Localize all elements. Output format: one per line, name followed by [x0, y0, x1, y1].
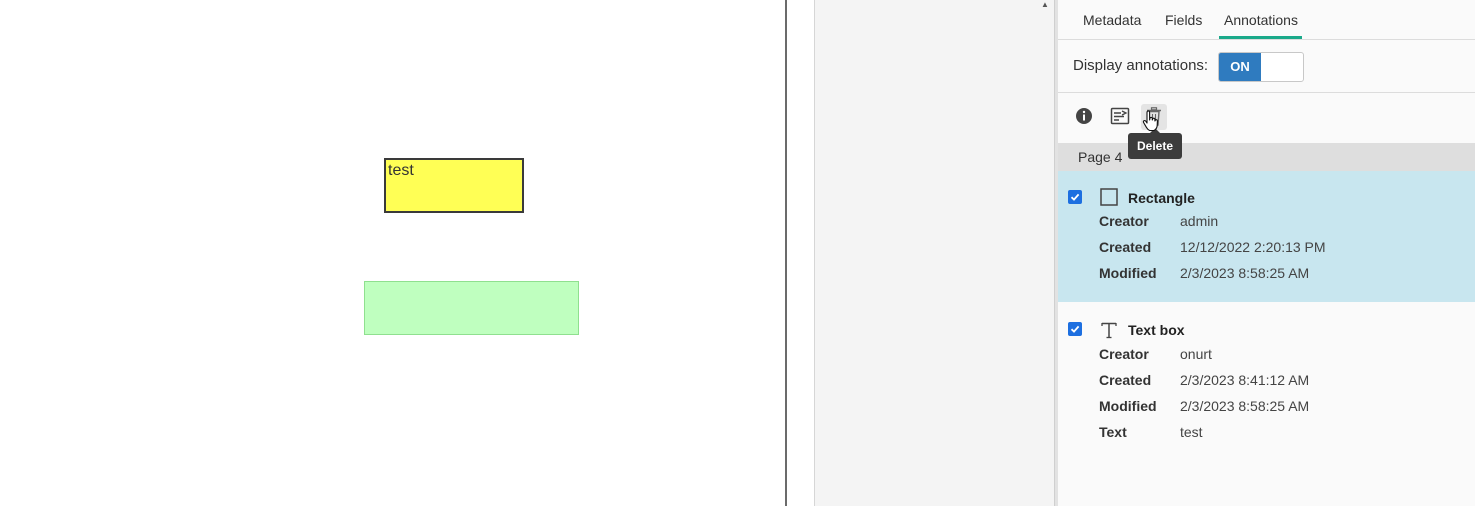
document-page [0, 0, 785, 506]
display-annotations-label: Display annotations: [1073, 57, 1209, 74]
scroll-up-arrow-icon[interactable]: ▲ [1039, 0, 1051, 10]
tab-metadata[interactable]: Metadata [1083, 12, 1145, 39]
toggle-on-label: ON [1219, 53, 1261, 81]
annotation-checkbox[interactable] [1068, 190, 1082, 204]
annotation-checkbox[interactable] [1068, 322, 1082, 336]
created-value: 12/12/2022 2:20:13 PM [1180, 239, 1326, 255]
creator-label: Creator [1099, 346, 1149, 362]
display-annotations-row: Display annotations: ON [1058, 40, 1475, 93]
page-group-label: Page 4 [1078, 149, 1123, 165]
creator-value: admin [1180, 213, 1219, 229]
text-box-annotation[interactable]: test [384, 158, 524, 213]
modified-label: Modified [1099, 398, 1157, 414]
modified-value: 2/3/2023 8:58:25 AM [1180, 265, 1310, 281]
page-group-header: Page 4 [1058, 143, 1475, 171]
annotation-item-text-box[interactable]: Text box Creator onurt Created 2/3/2023 … [1058, 302, 1475, 452]
modified-value: 2/3/2023 8:58:25 AM [1180, 398, 1310, 414]
created-label: Created [1099, 239, 1152, 255]
checkmark-icon [1070, 325, 1080, 333]
tab-fields[interactable]: Fields [1165, 12, 1205, 39]
info-icon [1076, 108, 1092, 124]
display-annotations-toggle[interactable]: ON [1218, 52, 1304, 82]
modified-label: Modified [1099, 265, 1157, 281]
text-value: test [1180, 424, 1203, 440]
creator-value: onurt [1180, 346, 1212, 362]
info-button[interactable] [1071, 104, 1097, 130]
panel-tabs: Metadata Fields Annotations [1058, 0, 1475, 40]
annotation-title: Rectangle [1128, 190, 1195, 206]
created-label: Created [1099, 372, 1152, 388]
created-value: 2/3/2023 8:41:12 AM [1180, 372, 1310, 388]
square-icon [1100, 188, 1118, 206]
rectangle-annotation[interactable] [364, 281, 579, 335]
annotation-title: Text box [1128, 322, 1185, 338]
properties-icon [1110, 107, 1130, 125]
text-box-annotation-text: test [388, 162, 414, 179]
checkmark-icon [1070, 193, 1080, 201]
creator-label: Creator [1099, 213, 1149, 229]
viewer-background [814, 0, 1054, 506]
text-label: Text [1099, 424, 1127, 440]
tab-annotations[interactable]: Annotations [1219, 12, 1302, 39]
annotations-panel: Metadata Fields Annotations Display anno… [1058, 0, 1475, 506]
properties-button[interactable] [1107, 104, 1133, 130]
text-icon [1100, 321, 1118, 339]
annotation-item-rectangle[interactable]: Rectangle Creator admin Created 12/12/20… [1058, 171, 1475, 302]
document-gutter [787, 0, 814, 506]
hand-pointer-icon [1142, 110, 1160, 137]
